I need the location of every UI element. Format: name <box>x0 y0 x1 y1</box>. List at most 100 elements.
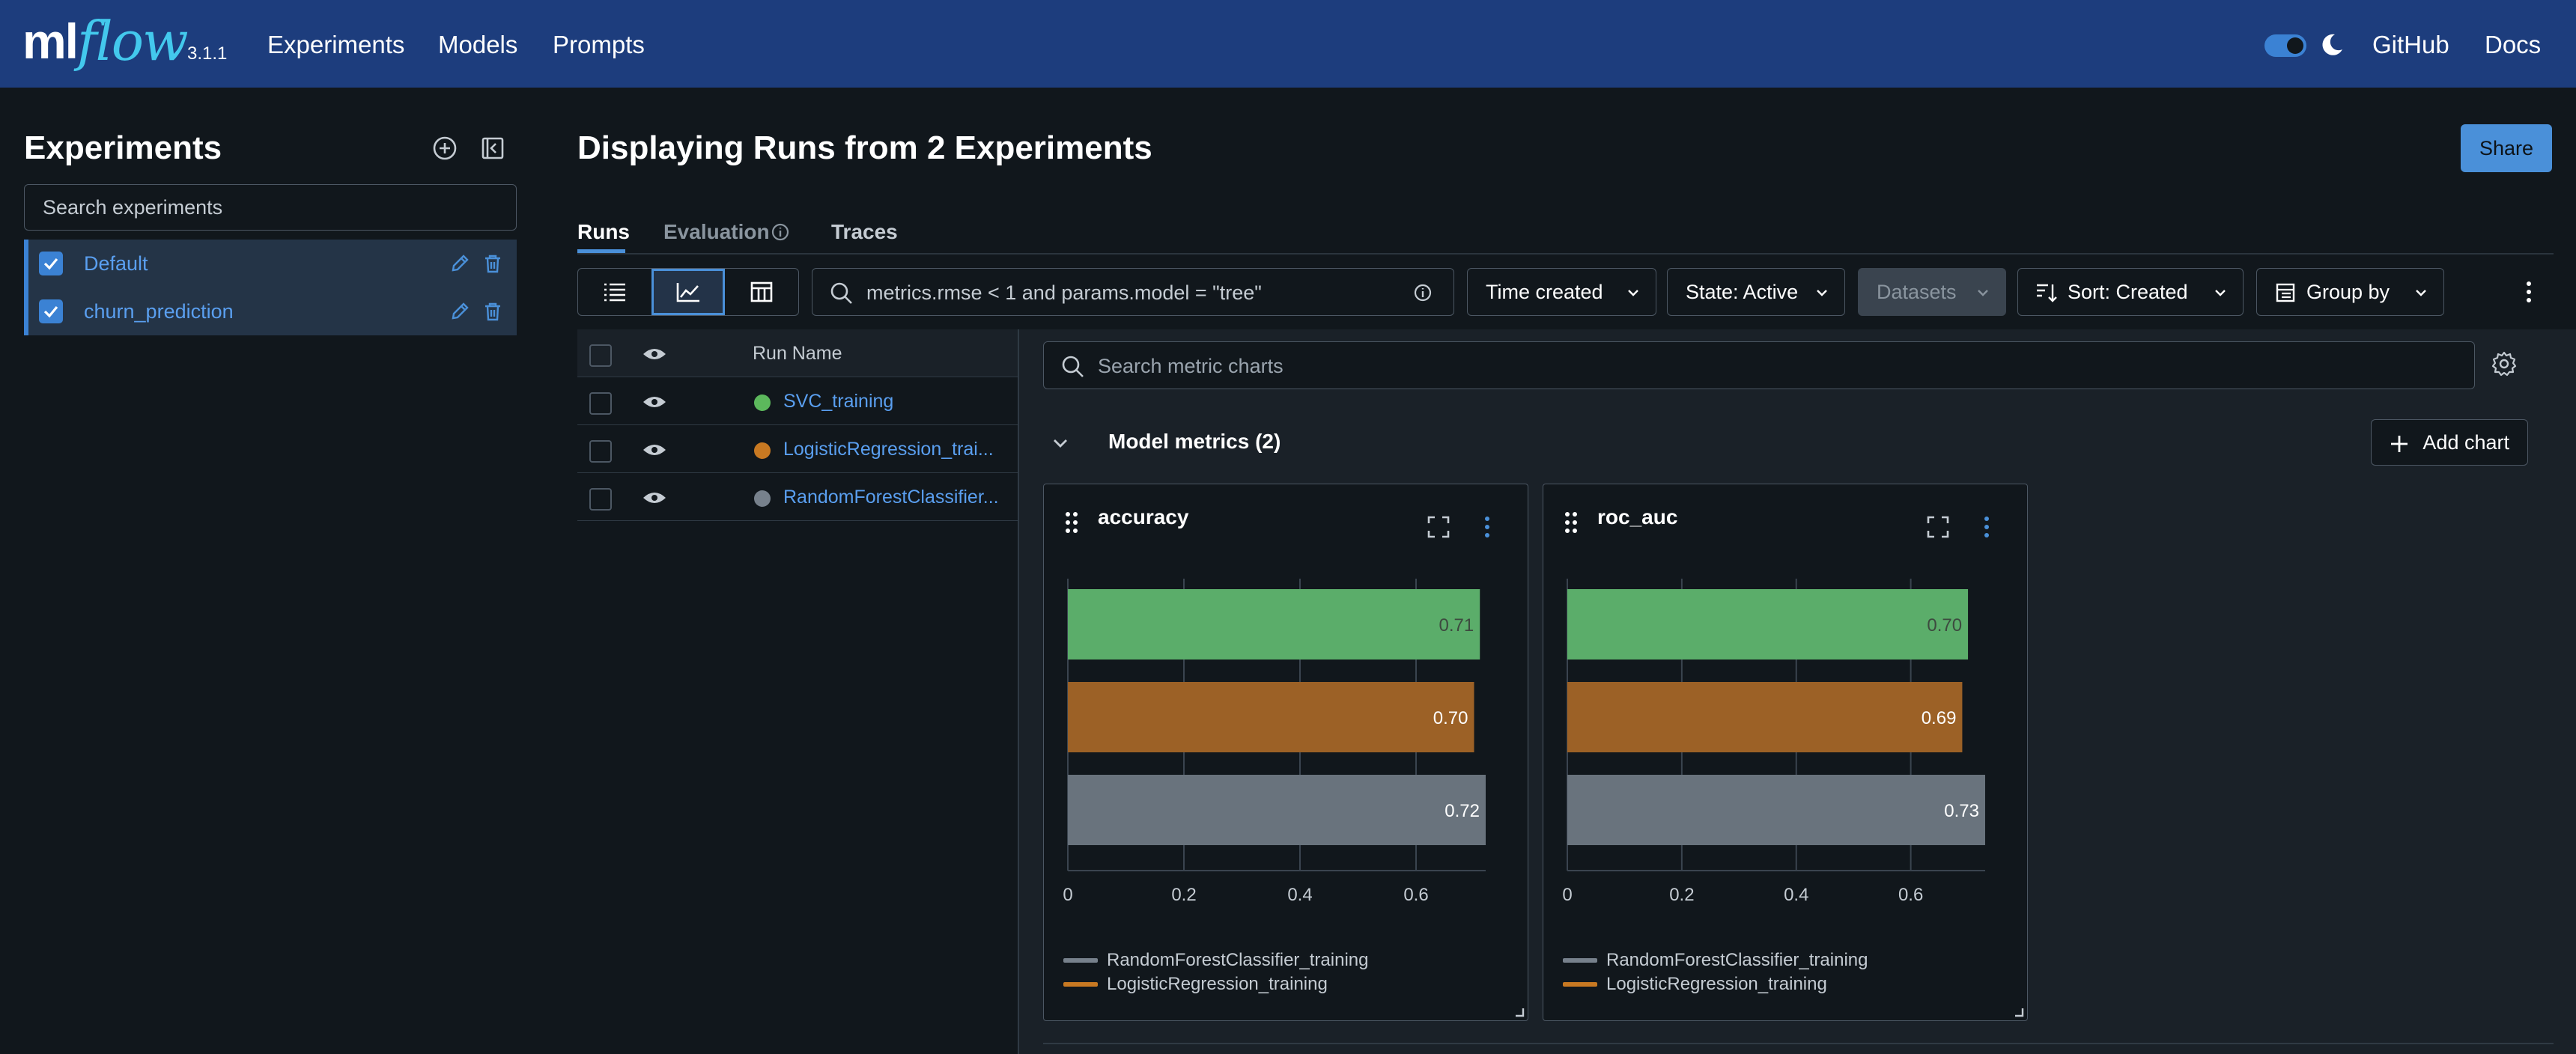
experiment-name[interactable]: churn_prediction <box>84 300 234 323</box>
tab-runs[interactable]: Runs <box>577 219 630 246</box>
x-tick-label: 0.2 <box>1171 885 1196 905</box>
nav-models[interactable]: Models <box>438 30 517 60</box>
table-view-button[interactable] <box>725 269 798 315</box>
run-color-dot[interactable] <box>754 442 771 459</box>
x-tick-label: 0 <box>1562 885 1572 905</box>
nav-prompts[interactable]: Prompts <box>553 30 645 60</box>
sort-dropdown[interactable]: Sort: Created <box>2017 268 2244 316</box>
docs-link[interactable]: Docs <box>2485 30 2541 60</box>
delete-icon[interactable] <box>481 252 505 275</box>
group-icon <box>2276 283 2295 302</box>
bar-value-label: 0.69 <box>1922 708 1957 728</box>
mlflow-logo[interactable]: ml flow <box>22 7 189 75</box>
gear-icon[interactable] <box>2491 350 2518 377</box>
legend-item[interactable]: RandomForestClassifier_training <box>1563 950 1868 971</box>
add-experiment-icon[interactable] <box>430 133 460 163</box>
bar-chart: 0 0.2 0.4 0.6 0.71 0.70 0.72 <box>1063 579 1486 905</box>
metric-chart-card: accuracy 0 0.2 0.4 0.6 0.71 0.70 0.72 RandomFo… <box>1043 484 1528 1021</box>
edit-icon[interactable] <box>448 299 472 323</box>
edit-icon[interactable] <box>448 252 472 275</box>
experiment-name[interactable]: Default <box>84 252 148 275</box>
top-navbar: ml flow 3.1.1 Experiments Models Prompts … <box>0 0 2576 88</box>
delete-icon[interactable] <box>481 299 505 323</box>
github-link[interactable]: GitHub <box>2372 30 2449 60</box>
more-options-icon[interactable] <box>2518 278 2540 305</box>
logo-ml-text: ml <box>22 13 79 69</box>
x-tick-label: 0.4 <box>1287 885 1312 905</box>
legend-item[interactable]: LogisticRegression_training <box>1063 974 1328 995</box>
list-view-button[interactable] <box>578 269 651 315</box>
chart-search-box <box>1043 341 2475 389</box>
info-icon[interactable] <box>770 222 791 243</box>
tab-evaluation[interactable]: Evaluation <box>663 219 770 246</box>
run-name-link[interactable]: LogisticRegression_trai... <box>783 439 994 460</box>
eye-icon[interactable] <box>642 394 667 410</box>
bar[interactable] <box>1567 775 1985 845</box>
legend-label: LogisticRegression_training <box>1107 974 1328 994</box>
collapse-sidebar-icon[interactable] <box>478 133 508 163</box>
bar[interactable] <box>1567 682 1963 752</box>
filter-info-icon[interactable] <box>1412 282 1433 303</box>
bar-value-label: 0.70 <box>1927 615 1962 636</box>
experiment-checkbox[interactable] <box>39 299 63 323</box>
eye-icon[interactable] <box>642 346 667 362</box>
sort-icon <box>2037 284 2057 302</box>
check-icon <box>43 258 58 270</box>
search-experiments-input[interactable] <box>24 184 517 231</box>
table-row[interactable]: LogisticRegression_trai... <box>577 425 1018 473</box>
row-checkbox[interactable] <box>589 392 612 415</box>
nav-experiments[interactable]: Experiments <box>267 30 404 60</box>
table-icon <box>750 281 773 302</box>
table-row[interactable]: RandomForestClassifier... <box>577 473 1018 521</box>
run-color-dot[interactable] <box>754 395 771 411</box>
bar-value-label: 0.71 <box>1439 615 1474 636</box>
chart-view-button[interactable] <box>651 269 725 315</box>
select-all-checkbox[interactable] <box>589 344 612 367</box>
add-chart-button[interactable]: Add chart <box>2371 419 2528 466</box>
x-tick-label: 0.4 <box>1784 885 1808 905</box>
legend-swatch <box>1563 958 1597 963</box>
x-tick-label: 0 <box>1063 885 1072 905</box>
eye-icon[interactable] <box>642 490 667 506</box>
bar[interactable] <box>1068 775 1486 845</box>
chevron-down-icon[interactable] <box>1050 433 1071 454</box>
bar[interactable] <box>1567 589 1969 659</box>
experiment-item-churn-prediction[interactable]: churn_prediction <box>24 287 517 335</box>
run-filter-input[interactable] <box>866 276 1391 309</box>
legend-item[interactable]: RandomForestClassifier_training <box>1063 950 1368 971</box>
run-color-dot[interactable] <box>754 490 771 507</box>
time-created-dropdown[interactable]: Time created <box>1467 268 1656 316</box>
run-name-link[interactable]: RandomForestClassifier... <box>783 487 999 508</box>
table-row[interactable]: SVC_training <box>577 377 1018 425</box>
experiment-item-default[interactable]: Default <box>24 240 517 287</box>
chart-search-input[interactable] <box>1098 350 2446 383</box>
bar[interactable] <box>1068 682 1474 752</box>
row-checkbox[interactable] <box>589 488 612 511</box>
resize-handle-icon[interactable] <box>1514 1007 1525 1017</box>
section-title-text: Model metrics <box>1108 430 1250 453</box>
eye-icon[interactable] <box>642 442 667 458</box>
datasets-label: Datasets <box>1877 280 1957 303</box>
section-divider <box>1043 1043 2554 1044</box>
theme-toggle[interactable] <box>2264 34 2306 57</box>
tab-traces[interactable]: Traces <box>831 219 898 246</box>
group-by-label: Group by <box>2306 280 2390 303</box>
row-checkbox[interactable] <box>589 440 612 463</box>
run-name-header[interactable]: Run Name <box>753 343 842 365</box>
chevron-down-icon <box>1817 290 1827 296</box>
run-name-link[interactable]: SVC_training <box>783 391 893 412</box>
group-by-dropdown[interactable]: Group by <box>2256 268 2444 316</box>
legend-label: LogisticRegression_training <box>1606 974 1827 994</box>
state-dropdown[interactable]: State: Active <box>1667 268 1845 316</box>
datasets-dropdown[interactable]: Datasets <box>1858 268 2006 316</box>
legend-item[interactable]: LogisticRegression_training <box>1563 974 1827 995</box>
chevron-down-icon <box>1628 290 1638 296</box>
legend-swatch <box>1563 982 1597 987</box>
share-button[interactable]: Share <box>2461 124 2552 172</box>
experiment-checkbox[interactable] <box>39 252 63 275</box>
resize-handle-icon[interactable] <box>2014 1007 2024 1017</box>
bar[interactable] <box>1068 589 1480 659</box>
active-tab-indicator <box>577 249 625 253</box>
runs-table: Run Name SVC_training LogisticRegression… <box>577 329 1018 521</box>
search-icon <box>830 282 852 304</box>
